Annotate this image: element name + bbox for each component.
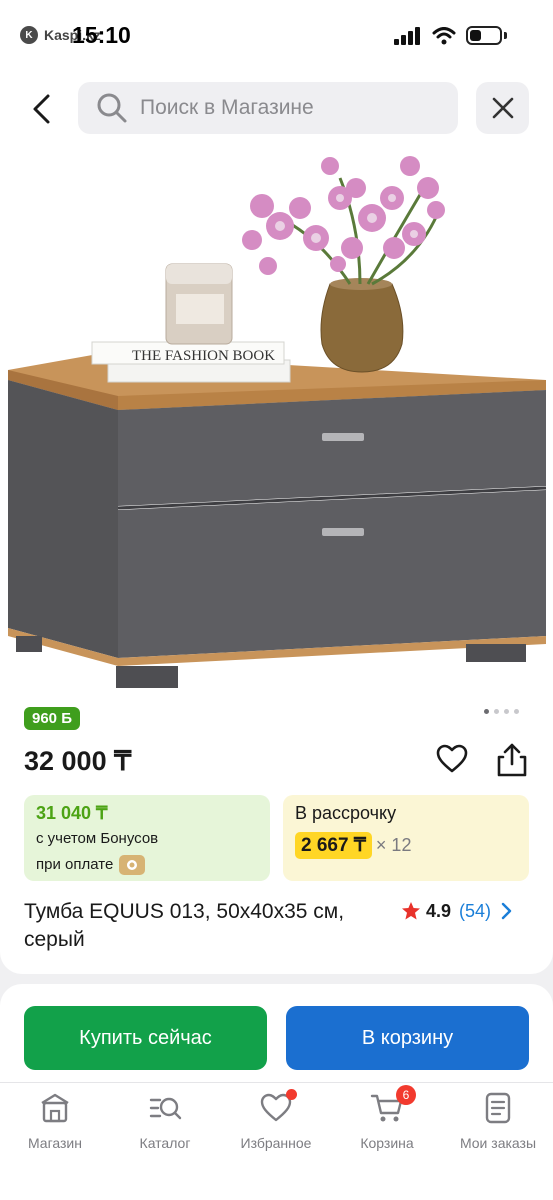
bottom-tab-bar: Магазин Каталог Избранное 6 Корзина Мои …: [0, 1082, 553, 1200]
star-icon: [402, 902, 420, 920]
reviews-count: (54): [459, 900, 492, 921]
add-to-cart-button[interactable]: В корзину: [286, 1006, 529, 1070]
carousel-dot[interactable]: [514, 709, 519, 714]
drawer-top: [118, 390, 546, 506]
tab-my-orders[interactable]: Мои заказы: [443, 1091, 553, 1151]
drawer-bottom: [118, 490, 546, 658]
heart-icon[interactable]: [436, 744, 468, 774]
tab-catalog[interactable]: Каталог: [110, 1091, 220, 1151]
signal-icon: [394, 26, 420, 45]
orders-icon: [485, 1092, 511, 1124]
tab-label: Избранное: [240, 1135, 312, 1151]
installment-months: × 12: [375, 835, 412, 855]
tab-label: Магазин: [27, 1135, 82, 1151]
kaspi-bonus-icon: [119, 855, 146, 875]
carousel-dot[interactable]: [484, 709, 489, 714]
status-icons: [394, 26, 507, 45]
tab-cart[interactable]: 6 Корзина: [332, 1085, 442, 1151]
product-title: Тумба EQUUS 013, 50x40x35 см, серый: [24, 900, 345, 951]
close-icon: [492, 97, 513, 119]
clock: 15:10: [72, 22, 131, 48]
action-bar: Купить сейчас В корзину: [0, 984, 553, 1082]
cart-count-badge: 6: [396, 1085, 416, 1105]
product-card: THE FASHION BOOK 960 Б 32 000 ₸ 31 040 ₸…: [0, 148, 553, 974]
top-nav: [0, 72, 553, 148]
carousel-dot[interactable]: [494, 709, 499, 714]
kaspi-logo-icon: K: [20, 26, 38, 44]
rating-link[interactable]: 4.9 (54): [401, 898, 513, 924]
installment-amount: 2 667 ₸: [295, 832, 372, 859]
installment-title: В рассрочку: [295, 803, 397, 823]
cabinet-side: [8, 380, 118, 658]
notification-dot: [286, 1089, 297, 1100]
rating-value: 4.9: [426, 900, 452, 921]
bonus-note-text: при оплате: [36, 856, 114, 873]
tab-label: Корзина: [360, 1135, 414, 1151]
shop-icon: [41, 1093, 69, 1123]
bonus-price: 31 040 ₸: [36, 803, 108, 823]
tab-shop[interactable]: Магазин: [0, 1091, 110, 1151]
tab-favorites[interactable]: Избранное: [221, 1089, 331, 1151]
product-price: 32 000 ₸: [24, 746, 132, 776]
battery-tip: [504, 32, 507, 39]
carousel-dot[interactable]: [504, 709, 509, 714]
search-bar[interactable]: [78, 82, 458, 134]
drawer-handle: [322, 528, 364, 536]
bonus-badge: 960 Б: [24, 707, 80, 730]
catalog-icon: [149, 1097, 182, 1120]
cart-icon: 6: [370, 1085, 416, 1125]
search-input[interactable]: [140, 96, 440, 120]
heart-icon: [259, 1089, 297, 1125]
battery-icon: [466, 26, 502, 45]
drawer-handle: [322, 433, 364, 441]
carousel-dots[interactable]: [484, 709, 519, 714]
status-bar: K Kaspi.kz 15:10: [0, 0, 553, 72]
back-arrow-icon[interactable]: [28, 92, 56, 126]
product-image[interactable]: THE FASHION BOOK: [0, 148, 553, 696]
flower-blossoms: [242, 156, 445, 275]
buy-now-button[interactable]: Купить сейчас: [24, 1006, 267, 1070]
close-button[interactable]: [476, 82, 529, 134]
tab-label: Каталог: [139, 1135, 191, 1151]
installment-box[interactable]: В рассрочку 2 667 ₸ × 12: [283, 795, 529, 881]
share-icon[interactable]: [496, 742, 528, 778]
bonus-note-line1: с учетом Бонусов: [36, 830, 159, 847]
installment-row: 2 667 ₸ × 12: [295, 832, 517, 859]
bonus-price-box[interactable]: 31 040 ₸ с учетом Бонусов при оплате: [24, 795, 270, 881]
tab-label: Мои заказы: [459, 1135, 537, 1151]
bonus-note-line2: при оплате: [36, 854, 258, 876]
book-title: THE FASHION BOOK: [132, 348, 275, 364]
search-icon: [97, 93, 127, 123]
wifi-icon: [432, 26, 456, 44]
chevron-right-icon: [501, 902, 512, 920]
